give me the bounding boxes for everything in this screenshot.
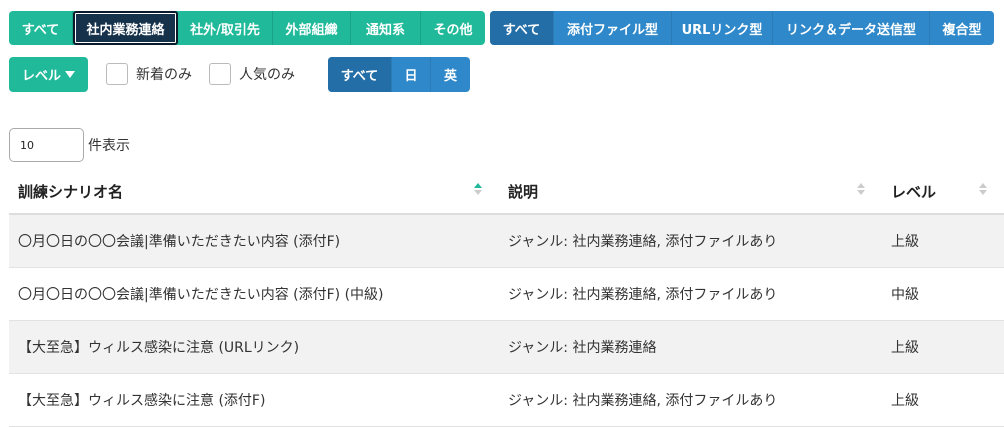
lang-filter-english[interactable]: 英 [431,57,470,92]
popular-only-checkbox[interactable] [209,63,231,85]
column-header-level[interactable]: レベル [882,170,1004,215]
category-filter-all[interactable]: すべて [9,11,73,45]
column-header-level-label: レベル [891,183,937,201]
level-dropdown-label: レベル [21,69,61,84]
type-filter-compound[interactable]: 複合型 [930,11,994,45]
table-row[interactable]: 〇月〇日の〇〇会議|準備いただきたい内容 (添付F) (中級) ジャンル: 社内… [9,267,1004,321]
type-filter-link-data[interactable]: リンク＆データ送信型 [773,11,930,45]
popular-only-filter[interactable]: 人気のみ [209,63,295,85]
scenario-name-cell[interactable]: 【大至急】ウィルス感染に注意 (URLリンク) [9,320,499,374]
new-only-label: 新着のみ [136,67,192,83]
type-filter-attachment[interactable]: 添付ファイル型 [554,11,672,45]
sort-icon [473,183,483,199]
new-only-filter[interactable]: 新着のみ [106,63,192,85]
lang-filter-japanese[interactable]: 日 [392,57,431,92]
table-header-row: 訓練シナリオ名 説明 レベル [9,170,1004,215]
scenario-name-cell[interactable]: 〇月〇日の〇〇会議|準備いただきたい内容 (添付F) (中級) [9,267,499,321]
scenario-desc-cell: ジャンル: 社内業務連絡, 添付ファイルあり [499,214,882,268]
lang-filter-all[interactable]: すべて [328,57,392,92]
type-filter-group: すべて 添付ファイル型 URLリンク型 リンク＆データ送信型 複合型 [490,11,994,45]
type-filter-all[interactable]: すべて [490,11,554,45]
scenario-level-cell: 上級 [882,214,1004,268]
table-row[interactable]: 【大至急】ウィルス感染に注意 (URLリンク) ジャンル: 社内業務連絡 上級 [9,320,1004,374]
category-filter-notification[interactable]: 通知系 [351,11,421,45]
popular-only-label: 人気のみ [239,67,295,83]
category-filter-external-partner[interactable]: 社外/取引先 [178,11,273,45]
scenario-name-cell[interactable]: 【大至急】ウィルス感染に注意 (添付F) [9,373,499,427]
column-header-desc-label: 説明 [508,183,539,201]
scenario-name-cell[interactable]: 〇月〇日の〇〇会議|準備いただきたい内容 (添付F) [9,214,499,268]
scenario-table: 訓練シナリオ名 説明 レベル 〇月〇日の〇〇会議|準備いただきたい内容 (添付F… [9,170,1004,427]
chevron-down-icon [65,71,75,78]
new-only-checkbox[interactable] [106,63,128,85]
language-filter-group: すべて 日 英 [328,57,470,92]
scenario-desc-cell: ジャンル: 社内業務連絡 [499,320,882,374]
category-filter-external-org[interactable]: 外部組織 [273,11,351,45]
column-header-name-label: 訓練シナリオ名 [18,183,124,201]
category-filter-group: すべて 社内業務連絡 社外/取引先 外部組織 通知系 その他 [9,11,485,45]
column-header-name[interactable]: 訓練シナリオ名 [9,170,499,215]
page-length-label: 件表示 [88,138,130,154]
type-filter-url-link[interactable]: URLリンク型 [672,11,773,45]
scenario-level-cell: 中級 [882,267,1004,321]
sort-icon [978,183,988,199]
category-filter-other[interactable]: その他 [421,11,485,45]
scenario-desc-cell: ジャンル: 社内業務連絡, 添付ファイルあり [499,267,882,321]
table-row[interactable]: 【大至急】ウィルス感染に注意 (添付F) ジャンル: 社内業務連絡, 添付ファイ… [9,373,1004,427]
page-length-input[interactable] [9,128,84,162]
scenario-level-cell: 上級 [882,373,1004,427]
sort-icon [856,183,866,199]
column-header-desc[interactable]: 説明 [499,170,882,215]
scenario-desc-cell: ジャンル: 社内業務連絡, 添付ファイルあり [499,373,882,427]
level-dropdown[interactable]: レベル [9,57,88,92]
scenario-level-cell: 上級 [882,320,1004,374]
table-row[interactable]: 〇月〇日の〇〇会議|準備いただきたい内容 (添付F) ジャンル: 社内業務連絡,… [9,214,1004,268]
category-filter-internal[interactable]: 社内業務連絡 [73,11,178,45]
